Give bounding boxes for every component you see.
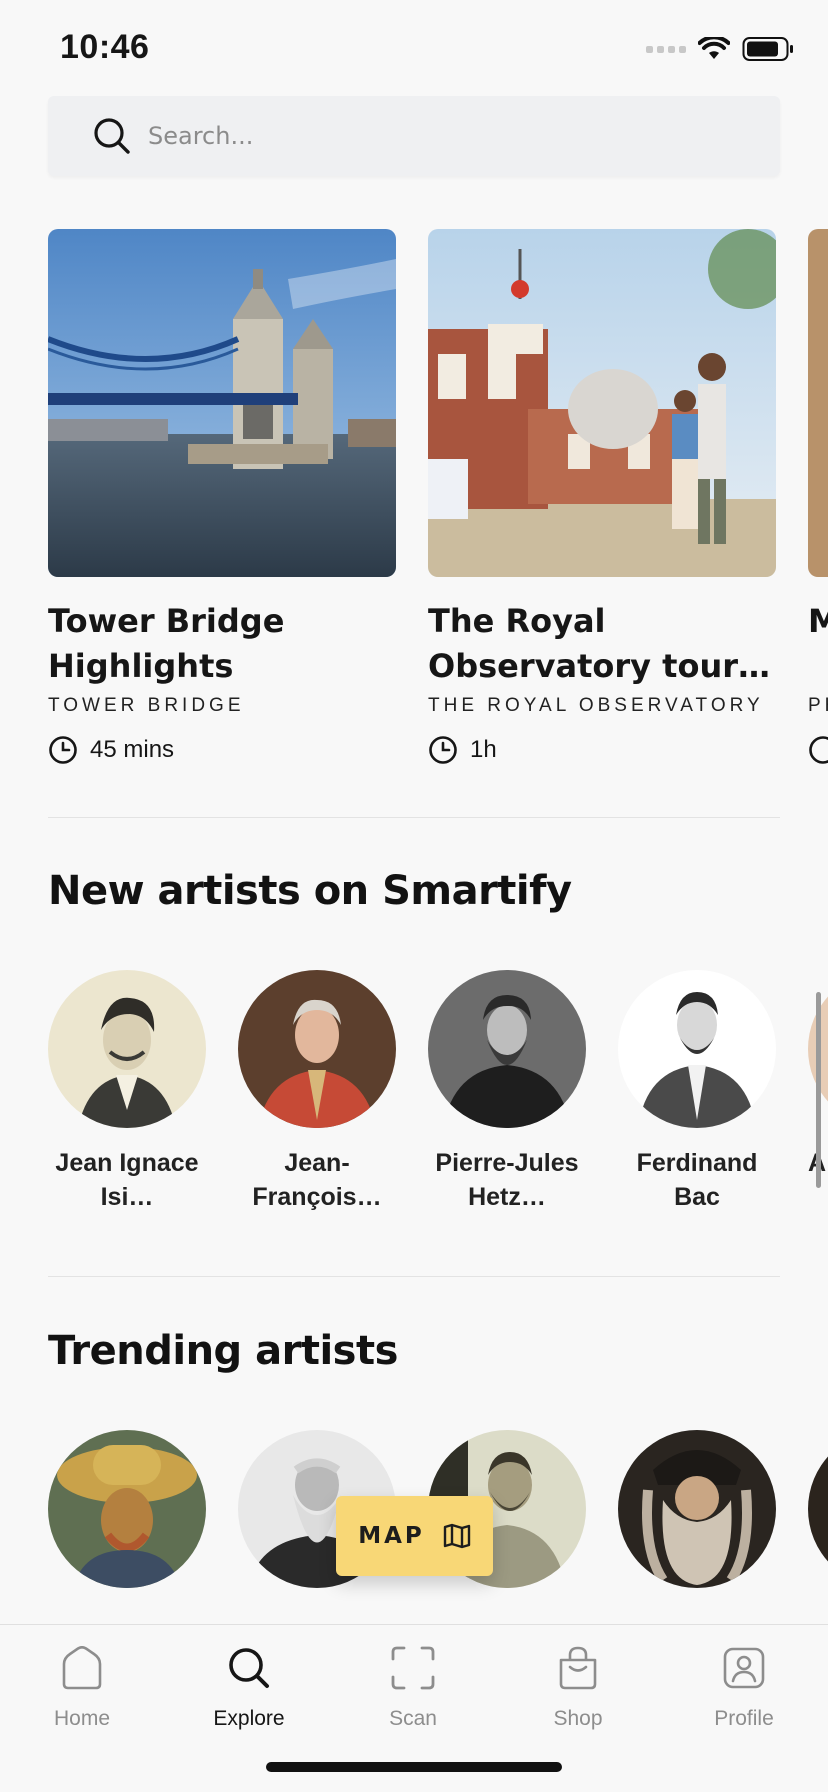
duration-text: 45 mins — [90, 736, 175, 763]
tour-title: The Royal Observatory tour wi… — [428, 602, 738, 685]
partial-card-photo — [808, 229, 828, 577]
tour-venue: TOWER BRIDGE — [48, 695, 245, 716]
status-time: 10:46 — [60, 28, 150, 66]
tab-scan[interactable]: Scan — [348, 1643, 478, 1731]
tour-card[interactable]: M W PH — [808, 229, 828, 765]
tab-label: Profile — [714, 1707, 774, 1730]
tab-explore[interactable]: Explore — [184, 1643, 314, 1731]
tour-title: M W — [808, 599, 828, 689]
duration-text: 1h — [470, 736, 497, 763]
artist-card[interactable] — [808, 1430, 828, 1588]
tour-duration: 1h — [428, 735, 776, 765]
status-icons — [646, 36, 794, 62]
status-bar: 10:46 — [0, 0, 828, 96]
artist-card[interactable] — [48, 1430, 206, 1588]
profile-icon — [723, 1647, 765, 1689]
tour-carousel[interactable]: Tower Bridge Highlights TOWER BRIDGE 45 … — [48, 229, 828, 769]
new-artists-heading: New artists on Smartify — [48, 868, 572, 914]
map-button-label: MAP — [358, 1523, 425, 1549]
artist-name: Jean Ignace Isi… — [55, 1149, 199, 1211]
home-indicator[interactable] — [266, 1762, 562, 1772]
tab-label: Scan — [389, 1707, 437, 1730]
artist-card[interactable]: Jean-François… — [238, 970, 396, 1214]
tab-label: Shop — [553, 1707, 603, 1730]
artist-portrait — [48, 1430, 206, 1588]
new-artists-carousel[interactable]: Jean Ignace Isi… Jean-François… Pierre-J… — [48, 970, 828, 1230]
search-input[interactable] — [148, 122, 668, 150]
artist-card[interactable]: Ferdinand Bac — [618, 970, 776, 1214]
shopping-bag-icon — [559, 1646, 597, 1690]
tour-venue: PH — [808, 695, 828, 716]
artist-portrait — [808, 1430, 828, 1588]
tab-label: Explore — [213, 1707, 285, 1730]
artist-portrait — [618, 1430, 776, 1588]
tour-venue: THE ROYAL OBSERVATORY — [428, 695, 764, 716]
clock-icon — [429, 736, 457, 764]
artist-name: Ferdinand Bac — [636, 1149, 758, 1211]
trending-artists-heading: Trending artists — [48, 1328, 398, 1374]
tower-bridge-photo — [48, 229, 396, 577]
section-divider — [48, 1276, 780, 1277]
scan-icon — [391, 1646, 435, 1690]
section-divider — [48, 817, 780, 818]
royal-observatory-photo — [428, 229, 776, 577]
artist-portrait — [428, 970, 586, 1128]
tour-card[interactable]: The Royal Observatory tour wi… THE ROYAL… — [428, 229, 776, 765]
search-bar[interactable] — [48, 96, 780, 176]
clock-icon — [49, 736, 77, 764]
search-icon — [229, 1648, 269, 1688]
artist-portrait — [618, 970, 776, 1128]
artist-name: Jean-François… — [252, 1149, 382, 1211]
clock-icon — [809, 736, 828, 764]
tour-duration: 45 mins — [48, 735, 396, 765]
artist-card[interactable]: Jean Ignace Isi… — [48, 970, 206, 1214]
battery-icon — [742, 37, 793, 61]
artist-portrait — [48, 970, 206, 1128]
cellular-signal-icon — [646, 45, 686, 53]
map-button[interactable]: MAP — [336, 1496, 493, 1576]
tab-shop[interactable]: Shop — [513, 1643, 643, 1731]
artist-card[interactable]: Pierre-Jules Hetz… — [428, 970, 586, 1214]
tab-home[interactable]: Home — [17, 1643, 147, 1731]
tab-profile[interactable]: Profile — [679, 1643, 809, 1731]
tour-duration — [808, 735, 828, 765]
tour-card[interactable]: Tower Bridge Highlights TOWER BRIDGE 45 … — [48, 229, 396, 765]
artist-portrait — [238, 970, 396, 1128]
search-icon — [94, 118, 130, 154]
tab-label: Home — [53, 1707, 111, 1730]
map-icon — [443, 1523, 470, 1549]
artist-card[interactable] — [618, 1430, 776, 1588]
artist-name: Pierre-Jules Hetz… — [435, 1149, 579, 1211]
scroll-indicator — [816, 992, 821, 1188]
tour-title: Tower Bridge Highlights — [48, 602, 285, 685]
home-icon — [62, 1646, 102, 1690]
wifi-icon — [698, 37, 730, 59]
